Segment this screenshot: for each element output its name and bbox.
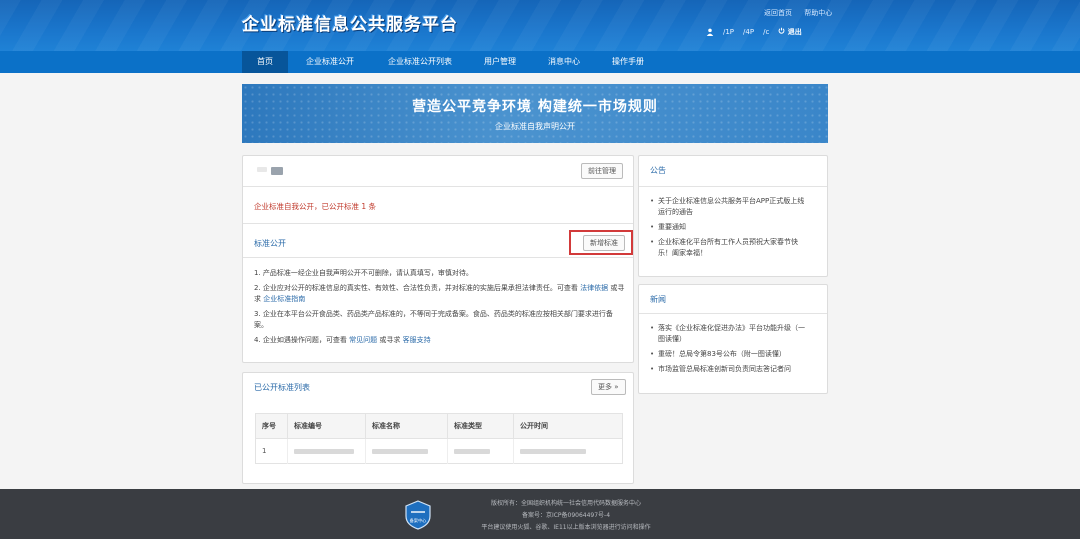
legal-basis-link[interactable]: 法律依据 [580,284,608,292]
standard-name-cell [365,438,448,464]
footer-copyright: 版权所有：全国组织机构统一社会信用代码数据服务中心 [490,500,641,507]
announcements-title: 公告 [650,166,666,175]
nav-item-user-management[interactable]: 用户管理 [468,51,532,73]
highlight-box [569,230,633,255]
footer-icp: 备案号：京ICP备09064497号-4 [521,512,611,519]
news-list: 落实《企业标准化促进办法》平台功能升级（一图读懂） 重磅！总局令第83号公布（附… [650,323,810,379]
user-info-2: /4P [743,28,755,36]
announcements-panel: 公告 关于企业标准信息公共服务平台APP正式版上线运行的通告 重要通知 企业标准… [638,155,828,277]
rules-list: 1. 产品标准一经企业自我声明公开不可删除，请认真填写，审慎对待。 2. 企业应… [254,268,626,350]
main-nav: 首页 企业标准公开 企业标准公开列表 用户管理 消息中心 操作手册 [0,51,1080,73]
row-index: 1 [255,438,288,464]
divider [243,257,633,258]
divider [639,186,827,187]
announcement-item[interactable]: 关于企业标准信息公共服务平台APP正式版上线运行的通告 [650,196,810,218]
user-info-1: /1P [723,28,735,36]
site-logo-title[interactable]: 企业标准信息公共服务平台 [242,10,458,35]
home-link[interactable]: 返回首页 [764,9,792,17]
publish-time-cell [514,439,623,464]
standard-number-cell [287,438,366,464]
header: 企业标准信息公共服务平台 返回首页 帮助中心 /1P /4P /c 退出 [0,0,1080,51]
customer-support-link[interactable]: 客服支持 [403,336,431,344]
record-center-badge-icon[interactable]: 备案中心 [404,500,432,530]
nav-item-standard-list[interactable]: 企业标准公开列表 [372,51,468,73]
divider [243,186,633,187]
announcement-item[interactable]: 企业标准化平台所有工作人员预祝大家春节快乐！阖家幸福！ [650,237,810,259]
column-header: 标准编号 [287,413,366,439]
banner-title: 营造公平竞争环境 构建统一市场规则 [412,99,658,115]
nav-item-message-center[interactable]: 消息中心 [532,51,596,73]
rule-item: 2. 企业应对公开的标准信息的真实性、有效性、合法性负责，并对标准的实施后果承担… [254,284,625,303]
column-header: 标准名称 [365,413,448,439]
user-info-3: /c [763,28,770,36]
banner-subtitle: 企业标准自我声明公开 [495,122,575,131]
header-background-pattern [0,0,1080,51]
rule-item: 1. 产品标准一经企业自我声明公开不可删除，请认真填写，审慎对待。 [254,269,473,277]
column-header: 公开时间 [513,413,623,439]
column-header: 序号 [255,413,288,439]
table-row[interactable]: 1 [255,438,623,464]
news-item[interactable]: 落实《企业标准化促进办法》平台功能升级（一图读懂） [650,323,810,345]
published-standards-table: 序号 标准编号 标准名称 标准类型 公开时间 1 [255,413,623,464]
logout-button[interactable]: 退出 [778,27,802,37]
news-item[interactable]: 重磅！总局令第83号公布（附一图读懂） [650,349,810,360]
news-panel: 新闻 落实《企业标准化促进办法》平台功能升级（一图读懂） 重磅！总局令第83号公… [638,284,828,394]
company-name-masked [257,167,283,175]
standard-type-cell [447,438,514,464]
publish-notice: 企业标准自我公开，已公开标准 1 条 [254,202,377,211]
published-list-panel: 已公开标准列表 更多 » 序号 标准编号 标准名称 标准类型 公开时间 1 [242,372,634,484]
user-bar: /1P /4P /c 退出 [706,27,802,37]
badge-label: 备案中心 [410,517,428,524]
footer: 版权所有：全国组织机构统一社会信用代码数据服务中心 备案号：京ICP备09064… [0,489,1080,539]
announcements-list: 关于企业标准信息公共服务平台APP正式版上线运行的通告 重要通知 企业标准化平台… [650,196,810,263]
standards-panel-title: 标准公开 [254,239,286,248]
news-title: 新闻 [650,295,666,304]
rule-item: 4. 企业如遇操作问题，可查看 常见问题 或寻求 客服支持 [254,336,431,344]
divider [639,313,827,314]
nav-item-standard-publish[interactable]: 企业标准公开 [288,51,372,73]
nav-item-home[interactable]: 首页 [242,51,288,73]
user-icon [706,28,714,36]
published-list-title: 已公开标准列表 [254,383,310,392]
nav-item-manual[interactable]: 操作手册 [596,51,660,73]
news-item[interactable]: 市场监管总局标准创新司负责同志答记者问 [650,364,810,375]
more-button[interactable]: 更多 » [591,379,626,395]
company-panel: 前往管理 企业标准自我公开，已公开标准 1 条 标准公开 新增标准 1. 产品标… [242,155,634,363]
faq-link[interactable]: 常见问题 [349,336,377,344]
rule-item: 3. 企业在本平台公开食品类、药品类产品标准的，不等同于完成备案。食品、药品类的… [254,310,613,329]
standard-guide-link[interactable]: 企业标准指南 [263,295,305,303]
banner: 营造公平竞争环境 构建统一市场规则 企业标准自我声明公开 [242,84,828,143]
logout-label: 退出 [787,28,802,36]
top-links: 返回首页 帮助中心 [764,8,842,18]
announcement-item[interactable]: 重要通知 [650,222,810,233]
help-center-link[interactable]: 帮助中心 [804,9,832,17]
manage-button[interactable]: 前往管理 [581,163,623,179]
footer-browser-note: 平台建议使用火狐、谷歌、IE11以上版本浏览器进行访问和操作 [481,524,651,531]
power-icon [778,27,785,34]
divider [243,223,633,224]
column-header: 标准类型 [447,413,514,439]
